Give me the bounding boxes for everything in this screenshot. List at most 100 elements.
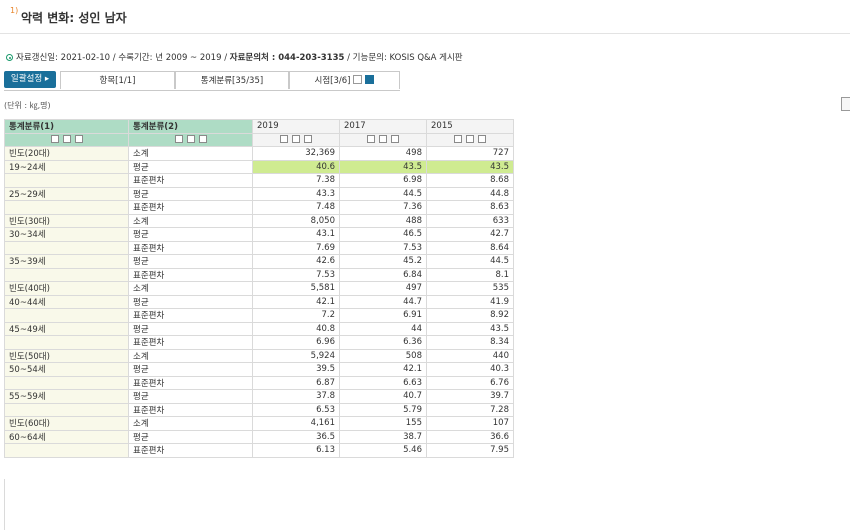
sort-down-icon[interactable] [292,135,300,144]
cell-dim2[interactable]: 소계 [128,146,253,161]
cell-value-2017[interactable]: 488 [339,213,427,228]
cell-value-2017[interactable]: 6.63 [339,375,427,390]
cell-value-2015[interactable]: 8.92 [426,308,514,323]
cell-value-2015[interactable]: 41.9 [426,294,514,309]
cell-dim1[interactable]: 60~64세 [4,429,129,444]
cell-value-2017[interactable]: 42.1 [339,362,427,377]
cell-value-2017[interactable]: 7.36 [339,200,427,215]
cell-dim1[interactable]: 빈도(50대) [4,348,129,363]
tab-classification[interactable]: 통계분류[35/35] [175,71,289,89]
cell-value-2015[interactable]: 44.8 [426,186,514,201]
cell-dim2[interactable]: 표준편차 [128,335,253,350]
cell-value-2019[interactable]: 6.13 [252,443,340,458]
cell-dim2[interactable]: 소계 [128,416,253,431]
cell-dim2[interactable]: 평균 [128,227,253,242]
cell-dim1[interactable]: 45~49세 [4,321,129,336]
cell-dim2[interactable]: 표준편차 [128,402,253,417]
cell-value-2017[interactable]: 7.53 [339,240,427,255]
cell-dim2[interactable]: 평균 [128,254,253,269]
time-minus-icon[interactable] [353,75,363,84]
sort-down-icon[interactable] [186,135,195,144]
cell-value-2017[interactable]: 6.84 [339,267,427,282]
cell-dim2[interactable]: 표준편차 [128,375,253,390]
time-expand-icon[interactable] [365,75,375,84]
cell-value-2017[interactable]: 6.98 [339,173,427,188]
cell-dim2[interactable]: 평균 [128,389,253,404]
sort-up-icon[interactable] [454,135,462,144]
cell-dim1[interactable] [4,267,129,282]
cell-value-2015[interactable]: 7.28 [426,402,514,417]
filter-icon[interactable] [391,135,399,144]
cell-value-2019[interactable]: 7.48 [252,200,340,215]
cell-dim2[interactable]: 평균 [128,362,253,377]
cell-value-2019[interactable]: 40.8 [252,321,340,336]
cell-value-2015[interactable]: 36.6 [426,429,514,444]
cell-value-2019[interactable]: 5,581 [252,281,340,296]
cell-value-2017[interactable]: 498 [339,146,427,161]
cell-value-2015[interactable]: 43.5 [426,159,514,174]
cell-dim1[interactable] [4,375,129,390]
sort-up-icon[interactable] [280,135,288,144]
sort-up-icon[interactable] [174,135,183,144]
cell-value-2015[interactable]: 6.76 [426,375,514,390]
cell-dim2[interactable]: 표준편차 [128,173,253,188]
tab-time[interactable]: 시점[3/6] [289,71,400,89]
cell-value-2019[interactable]: 6.96 [252,335,340,350]
cell-value-2017[interactable]: 5.79 [339,402,427,417]
cell-value-2015[interactable]: 44.5 [426,254,514,269]
cell-value-2019[interactable]: 32,369 [252,146,340,161]
cell-value-2017[interactable]: 497 [339,281,427,296]
cell-value-2019[interactable]: 7.2 [252,308,340,323]
cell-dim2[interactable]: 표준편차 [128,443,253,458]
filter-icon[interactable] [74,135,83,144]
cell-dim2[interactable]: 소계 [128,348,253,363]
cell-value-2017[interactable]: 40.7 [339,389,427,404]
cell-dim2[interactable]: 표준편차 [128,200,253,215]
cell-dim2[interactable]: 표준편차 [128,308,253,323]
filter-icon[interactable] [198,135,207,144]
cell-value-2019[interactable]: 7.69 [252,240,340,255]
sort-up-icon[interactable] [367,135,375,144]
cell-dim1[interactable]: 빈도(60대) [4,416,129,431]
cell-value-2015[interactable]: 8.1 [426,267,514,282]
cell-value-2017[interactable]: 44 [339,321,427,336]
tab-items[interactable]: 항목[1/1] [60,71,175,89]
cell-dim1[interactable]: 35~39세 [4,254,129,269]
cell-value-2019[interactable]: 43.3 [252,186,340,201]
cell-dim1[interactable] [4,402,129,417]
cell-value-2015[interactable]: 8.64 [426,240,514,255]
cell-value-2019[interactable]: 6.53 [252,402,340,417]
cell-dim1[interactable] [4,200,129,215]
cell-dim1[interactable] [4,173,129,188]
cell-dim1[interactable]: 30~34세 [4,227,129,242]
cell-dim1[interactable]: 빈도(30대) [4,213,129,228]
cell-dim1[interactable]: 50~54세 [4,362,129,377]
cell-value-2019[interactable]: 5,924 [252,348,340,363]
cell-value-2017[interactable]: 508 [339,348,427,363]
filter-icon[interactable] [304,135,312,144]
cell-value-2019[interactable]: 42.1 [252,294,340,309]
cell-value-2017[interactable]: 155 [339,416,427,431]
cell-value-2015[interactable]: 8.63 [426,200,514,215]
cell-dim2[interactable]: 소계 [128,213,253,228]
cell-dim1[interactable]: 빈도(40대) [4,281,129,296]
cell-value-2015[interactable]: 727 [426,146,514,161]
cell-value-2019[interactable]: 37.8 [252,389,340,404]
cell-dim1[interactable] [4,443,129,458]
cell-value-2015[interactable]: 8.34 [426,335,514,350]
cell-value-2019[interactable]: 42.6 [252,254,340,269]
cell-value-2019[interactable]: 7.38 [252,173,340,188]
cell-dim1[interactable]: 40~44세 [4,294,129,309]
cell-value-2015[interactable]: 43.5 [426,321,514,336]
cell-value-2015[interactable]: 7.95 [426,443,514,458]
bulk-settings-button[interactable]: 일괄설정 ▸ [4,71,56,88]
cell-value-2019[interactable]: 39.5 [252,362,340,377]
cell-value-2015[interactable]: 8.68 [426,173,514,188]
panel-toggle-button[interactable] [841,97,850,111]
cell-value-2019[interactable]: 7.53 [252,267,340,282]
cell-value-2017[interactable]: 43.5 [339,159,427,174]
cell-value-2017[interactable]: 44.7 [339,294,427,309]
cell-value-2015[interactable]: 40.3 [426,362,514,377]
cell-dim2[interactable]: 평균 [128,429,253,444]
cell-value-2017[interactable]: 44.5 [339,186,427,201]
